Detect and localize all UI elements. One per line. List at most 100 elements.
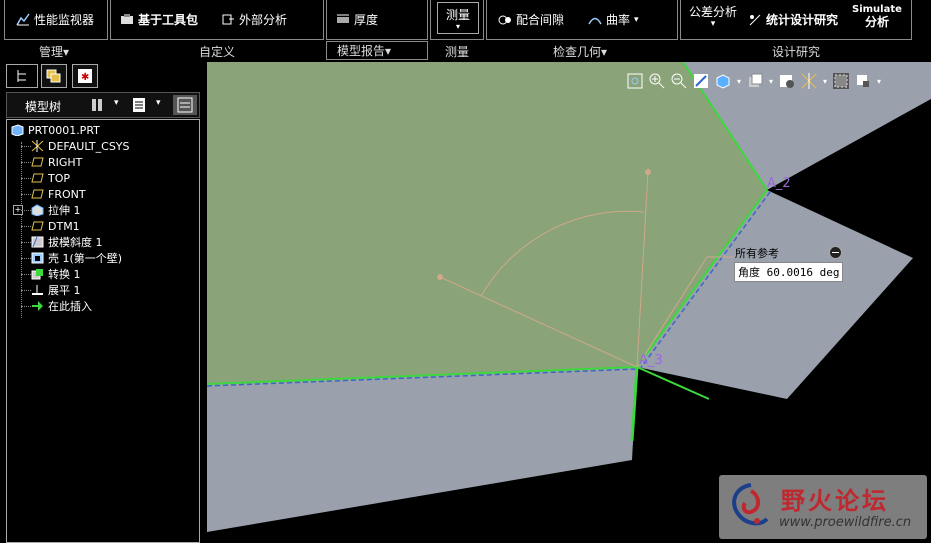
model-tree-title: 模型树 [25, 100, 62, 114]
insert-here-icon [31, 300, 44, 312]
tab-favorites[interactable]: ✱ [72, 64, 98, 88]
model-tree: PRT0001.PRT DEFAULT_CSYS RIGHT TOP FRONT + 拉伸 … [6, 119, 200, 543]
chevron-down-icon[interactable]: ▾ [114, 98, 119, 108]
tab-layers[interactable] [41, 64, 67, 88]
tree-connector [21, 142, 22, 318]
forum-logo-icon [725, 481, 777, 536]
annotation-display-icon[interactable] [833, 73, 850, 89]
model-canvas[interactable] [207, 62, 931, 543]
settings-tools-icon[interactable] [90, 97, 110, 116]
curvature-button[interactable]: 曲率 ▾ [588, 11, 639, 28]
chevron-down-icon[interactable]: ▾ [737, 77, 741, 86]
chevron-down-icon: ▾ [455, 21, 460, 31]
saved-views-icon[interactable] [747, 73, 763, 89]
tree-node[interactable]: 拔模斜度 1 [31, 234, 103, 250]
tree-node[interactable]: RIGHT [31, 154, 82, 170]
ribbon: 性能监视器 基于工具包 外部分析 厚度 测量 ▾ 配合间隙 曲率 ▾ 公差分析 … [0, 0, 931, 62]
tree-node-label: 拉伸 1 [48, 204, 81, 217]
repaint-icon[interactable] [693, 73, 709, 89]
simulate-sub-label: 分析 [864, 15, 889, 29]
watermark: 野火论坛 www.proewildfire.cn [719, 475, 927, 539]
tolerance-analysis-label: 公差分析 [689, 5, 738, 19]
tree-connector [21, 258, 31, 259]
chevron-down-icon[interactable]: ▾ [823, 77, 827, 86]
tree-node-label: 壳 1(第一个壁) [48, 252, 123, 265]
tree-connector [21, 242, 31, 243]
simulate-button[interactable]: Simulate 分析 [852, 4, 902, 28]
zoom-in-icon[interactable] [649, 73, 665, 89]
stat-design-button[interactable]: 统计设计研究 [748, 11, 838, 28]
tree-node-label: 展平 1 [48, 284, 81, 297]
thickness-label: 厚度 [354, 13, 379, 27]
tree-node-label: 在此插入 [48, 300, 92, 313]
toolkit-icon [120, 13, 134, 26]
view-manager-icon[interactable] [779, 73, 795, 89]
axis-label-a3[interactable]: A_3 [639, 353, 663, 368]
group-label-design-study: 设计研究 [772, 45, 821, 59]
chevron-down-icon[interactable]: ▾ [877, 77, 881, 86]
dimension-point [437, 274, 443, 280]
tree-node[interactable]: FRONT [31, 186, 86, 202]
graphics-viewport[interactable]: ▾ ▾ ▾ ▾ 所有参考 角度 60.0016 deg A_2 A_3 [207, 62, 931, 543]
group-label-manage[interactable]: 管理▾ [39, 43, 69, 60]
face-grey-bottom[interactable] [207, 367, 637, 532]
csys-icon [31, 140, 44, 152]
fit-gap-label: 配合间隙 [516, 13, 565, 27]
collapse-minus-icon[interactable] [829, 246, 842, 259]
tree-connector [21, 274, 31, 275]
star-icon: ✱ [78, 69, 92, 86]
fit-gap-button[interactable]: 配合间隙 [498, 11, 564, 28]
display-style-icon[interactable] [715, 73, 731, 89]
show-list-icon[interactable] [132, 97, 146, 116]
extrude-icon [31, 204, 44, 217]
tree-node[interactable]: DEFAULT_CSYS [31, 138, 130, 154]
toolkit-button[interactable]: 基于工具包 [120, 11, 198, 28]
zoom-refit-icon[interactable] [627, 73, 643, 89]
tree-node[interactable]: PRT0001.PRT [11, 122, 100, 138]
left-panel: ✱ 模型树 ▾ ▾ PRT0001.PRT DEFAULT_CSYS RIGHT TO… [0, 62, 203, 543]
part-icon [11, 124, 24, 137]
flatten-icon [31, 284, 44, 296]
view-toolbar: ▾ ▾ ▾ ▾ [627, 70, 881, 92]
external-analysis-button[interactable]: 外部分析 [221, 11, 287, 28]
convert-icon [31, 268, 44, 280]
tree-node[interactable]: + 拉伸 1 [13, 202, 81, 218]
shell-icon [31, 252, 44, 264]
tree-node[interactable]: DTM1 [31, 218, 80, 234]
model-tree-header: 模型树 ▾ ▾ [6, 92, 200, 118]
tree-node[interactable]: 展平 1 [31, 282, 81, 298]
angle-measure-readout[interactable]: 角度 60.0016 deg [734, 262, 844, 282]
tree-connector [21, 162, 31, 163]
group-label-model-report[interactable]: 模型报告▾ [326, 41, 428, 60]
watermark-url: www.proewildfire.cn [779, 515, 912, 530]
tree-node-label: RIGHT [48, 155, 83, 169]
axis-label-a2[interactable]: A_2 [767, 176, 791, 191]
perf-monitor-button[interactable]: 性能监视器 [16, 11, 94, 28]
tree-node[interactable]: 壳 1(第一个壁) [31, 250, 122, 266]
tree-node-label: 拔模斜度 1 [48, 236, 103, 249]
tree-filter-icon[interactable] [173, 95, 197, 115]
tree-connector [21, 290, 31, 291]
spin-center-icon[interactable] [855, 73, 871, 89]
tree-connector [21, 178, 31, 179]
chart-line-icon [16, 13, 30, 26]
thickness-button[interactable]: 厚度 [336, 11, 378, 28]
tree-connector [21, 226, 31, 227]
curvature-label: 曲率 [606, 13, 631, 27]
zoom-out-icon[interactable] [671, 73, 687, 89]
group-label-check-geometry[interactable]: 检查几何▾ [553, 43, 607, 60]
datum-display-icon[interactable] [801, 73, 817, 89]
measure-button[interactable]: 测量 ▾ [437, 2, 479, 34]
tree-node[interactable]: TOP [31, 170, 70, 186]
tree-node[interactable]: 在此插入 [31, 298, 92, 314]
chevron-down-icon[interactable]: ▾ [156, 98, 161, 108]
tab-model-tree[interactable] [6, 64, 38, 88]
measure-label: 测量 [445, 7, 470, 22]
chevron-down-icon[interactable]: ▾ [769, 77, 773, 86]
stat-design-label: 统计设计研究 [766, 13, 839, 27]
all-references-label[interactable]: 所有参考 [735, 245, 779, 261]
tree-node[interactable]: 转换 1 [31, 266, 81, 282]
fit-gap-icon [498, 13, 512, 26]
datum-plane-icon [31, 220, 44, 232]
tolerance-analysis-button[interactable]: 公差分析 ▾ [689, 3, 738, 29]
